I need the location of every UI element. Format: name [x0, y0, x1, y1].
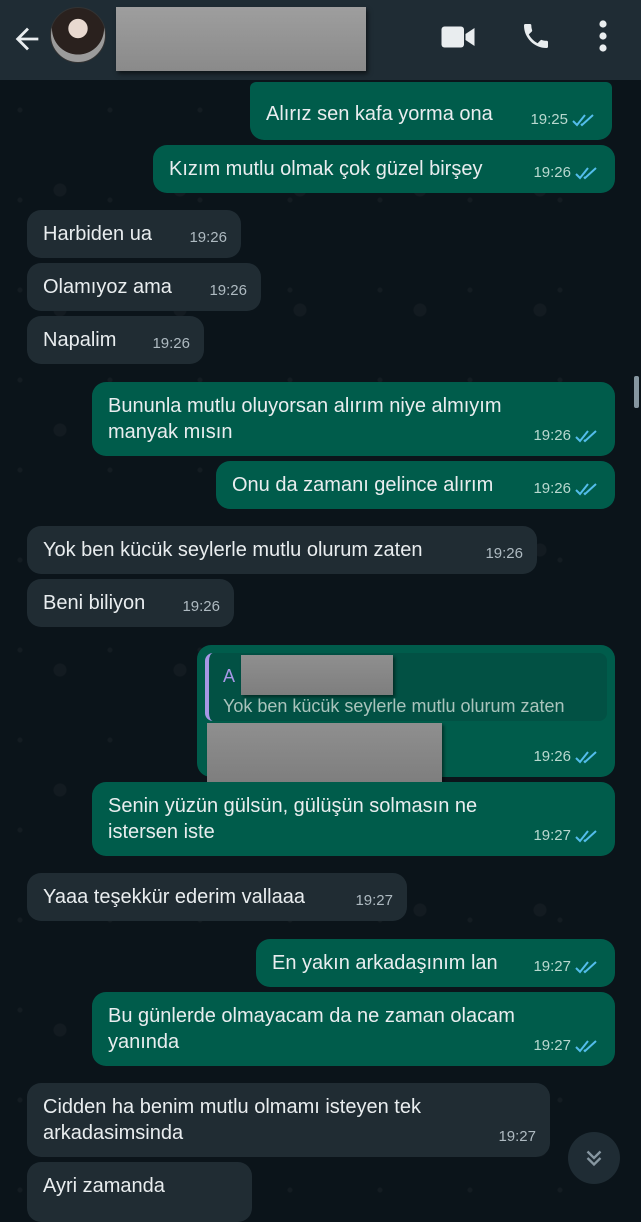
double-check-icon: [575, 1040, 597, 1053]
double-check-icon: [575, 167, 597, 180]
message-meta: 19:26: [182, 594, 220, 620]
message-time: 19:26: [533, 480, 571, 497]
chat-header: [0, 0, 641, 80]
message-bubble[interactable]: Alırız sen kafa yorma ona 19:25: [250, 82, 612, 140]
more-vertical-icon[interactable]: [592, 18, 614, 54]
quote-author-redacted: [241, 655, 393, 695]
message-time: 19:25: [530, 111, 568, 128]
message-time: 19:27: [533, 827, 571, 844]
message-time: 19:27: [355, 892, 393, 909]
message-meta: 19:27: [533, 823, 601, 849]
message-meta: 19:27: [355, 888, 393, 914]
message-meta: 19:27: [533, 954, 601, 980]
message-bubble[interactable]: Senin yüzün gülsün, gülüşün solmasın ne …: [92, 782, 615, 856]
message-bubble[interactable]: Harbiden ua 19:26: [27, 210, 241, 258]
message-meta: 19:26: [533, 476, 601, 502]
message-text: Senin yüzün gülsün, gülüşün solmasın ne …: [108, 795, 478, 843]
message-text: Cidden ha benim mutlu olmamı isteyen tek…: [43, 1096, 421, 1144]
double-check-icon: [575, 830, 597, 843]
arrow-left-icon[interactable]: [10, 22, 44, 56]
message-bubble[interactable]: Beni biliyon 19:26: [27, 579, 234, 627]
message-bubble[interactable]: Bununla mutlu oluyorsan alırım niye almı…: [92, 382, 615, 456]
message-time: 19:26: [533, 164, 571, 181]
reply-text-redacted: [207, 723, 442, 783]
message-meta: 19:26: [209, 278, 247, 304]
message-bubble[interactable]: Kızım mutlu olmak çok güzel birşey 19:26: [153, 145, 615, 193]
reply-message-bubble[interactable]: A Yok ben kücük seylerle mutlu olurum za…: [197, 645, 615, 783]
message-meta: 19:26: [485, 541, 523, 567]
message-bubble[interactable]: Onu da zamanı gelince alırım 19:26: [216, 461, 615, 509]
double-check-icon: [575, 483, 597, 496]
message-meta: 19:26: [152, 331, 190, 357]
message-bubble[interactable]: Olamıyoz ama 19:26: [27, 263, 261, 311]
double-check-icon: [575, 961, 597, 974]
message-time: 19:27: [533, 1037, 571, 1054]
double-chevron-down-icon: [586, 1150, 602, 1167]
message-meta: 19:26: [189, 225, 227, 251]
message-text: Bu günlerde olmayacam da ne zaman olacam…: [108, 1005, 515, 1053]
message-time: 19:26: [533, 427, 571, 444]
message-time: 19:27: [498, 1128, 536, 1145]
message-meta: 19:27: [498, 1124, 536, 1150]
message-text: Yok ben kücük seylerle mutlu olurum zate…: [43, 539, 423, 561]
message-text: Bununla mutlu oluyorsan alırım niye almı…: [108, 395, 502, 443]
message-bubble[interactable]: En yakın arkadaşınım lan 19:27: [256, 939, 615, 987]
message-time: 19:26: [189, 229, 227, 246]
message-bubble[interactable]: Yaaa teşekkür ederim vallaaa 19:27: [27, 873, 407, 921]
message-text: Yaaa teşekkür ederim vallaaa: [43, 886, 305, 908]
message-meta: 19:26: [533, 423, 601, 449]
message-meta: 19:26: [533, 744, 601, 770]
message-time: 19:27: [533, 958, 571, 975]
message-bubble[interactable]: Cidden ha benim mutlu olmamı isteyen tek…: [27, 1083, 550, 1157]
message-meta: 19:26: [533, 160, 601, 186]
phone-icon[interactable]: [520, 20, 552, 52]
avatar[interactable]: [50, 7, 106, 63]
video-camera-icon[interactable]: [440, 22, 476, 52]
message-text: Ayri zamanda: [43, 1175, 165, 1197]
message-meta: 19:27: [533, 1033, 601, 1059]
message-bubble[interactable]: Bu günlerde olmayacam da ne zaman olacam…: [92, 992, 615, 1066]
double-check-icon: [575, 430, 597, 443]
message-bubble[interactable]: Ayri zamanda: [27, 1162, 252, 1222]
scrollbar-thumb[interactable]: [634, 376, 639, 408]
message-time: 19:26: [533, 748, 571, 765]
quote-text: Yok ben kücük seylerle mutlu olurum zate…: [223, 696, 565, 716]
scroll-to-bottom-button[interactable]: [568, 1132, 620, 1184]
quote-author: A: [223, 666, 236, 686]
message-bubble[interactable]: Napalim 19:26: [27, 316, 204, 364]
double-check-icon: [572, 114, 594, 127]
message-time: 19:26: [209, 282, 247, 299]
message-meta: 19:25: [530, 107, 598, 133]
contact-name-redacted[interactable]: [116, 7, 366, 71]
message-time: 19:26: [182, 598, 220, 615]
message-bubble[interactable]: Yok ben kücük seylerle mutlu olurum zate…: [27, 526, 537, 574]
double-check-icon: [575, 751, 597, 764]
message-time: 19:26: [485, 545, 523, 562]
message-time: 19:26: [152, 335, 190, 352]
